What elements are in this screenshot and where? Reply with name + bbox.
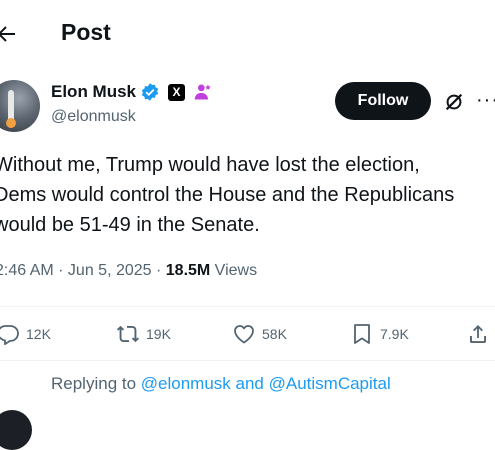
header: Post	[0, 0, 495, 68]
reply-icon	[0, 325, 19, 345]
bookmark-button[interactable]: 7.9K	[350, 322, 409, 346]
grok-icon[interactable]	[443, 91, 465, 113]
reply-button[interactable]: 12K	[0, 322, 51, 346]
like-button[interactable]: 58K	[232, 322, 287, 346]
tweet-time[interactable]: 2:46 AM	[0, 262, 54, 279]
meta-separator: ·	[53, 262, 68, 279]
replying-to: Replying to @elonmusk and @AutismCapital	[51, 374, 391, 394]
tweet-line: Dems would control the House and the Rep…	[0, 184, 455, 206]
divider	[0, 306, 495, 307]
tweet-meta: 2:46 AM · Jun 5, 2025 · 18.5M Views	[0, 262, 257, 280]
more-icon[interactable]: ···	[476, 89, 495, 112]
avatar[interactable]	[0, 410, 32, 450]
x-badge-icon[interactable]: X	[168, 83, 186, 101]
views-count: 18.5M	[165, 262, 211, 279]
mention-link[interactable]: @AutismCapital	[269, 374, 391, 393]
bookmark-count: 7.9K	[380, 326, 409, 342]
repost-count: 19K	[146, 326, 171, 342]
avatar[interactable]	[0, 80, 40, 132]
share-icon	[470, 325, 486, 343]
repost-icon	[117, 325, 139, 343]
page-title: Post	[61, 19, 111, 45]
like-count: 58K	[262, 326, 287, 342]
bookmark-icon	[354, 324, 370, 344]
tweet-line: would be 51-49 in the Senate.	[0, 214, 260, 236]
like-icon	[234, 325, 254, 344]
flame-graphic	[6, 118, 16, 128]
divider	[0, 360, 495, 361]
affiliate-icon[interactable]	[193, 82, 213, 102]
share-button[interactable]	[466, 322, 490, 346]
mention-link[interactable]: @elonmusk	[141, 374, 231, 393]
author-name-row: Elon Musk X	[51, 82, 213, 102]
repost-button[interactable]: 19K	[116, 322, 171, 346]
mention-conjunction: and	[230, 374, 269, 393]
rocket-graphic	[8, 90, 14, 120]
meta-separator: ·	[151, 262, 166, 279]
tweet-text: Without me, Trump would have lost the el…	[0, 150, 495, 240]
replying-prefix: Replying to	[51, 374, 141, 393]
views-label: Views	[210, 262, 258, 279]
reply-count: 12K	[26, 326, 51, 342]
action-bar: 12K 19K 58K 7.9K	[0, 322, 495, 352]
tweet-date[interactable]: Jun 5, 2025	[68, 262, 152, 279]
author-name[interactable]: Elon Musk	[51, 82, 136, 102]
verified-icon	[141, 83, 159, 101]
author-handle[interactable]: @elonmusk	[51, 108, 136, 126]
tweet-line: Without me, Trump would have lost the el…	[0, 154, 420, 176]
back-arrow-icon[interactable]	[0, 22, 18, 46]
follow-button[interactable]: Follow	[335, 82, 431, 120]
